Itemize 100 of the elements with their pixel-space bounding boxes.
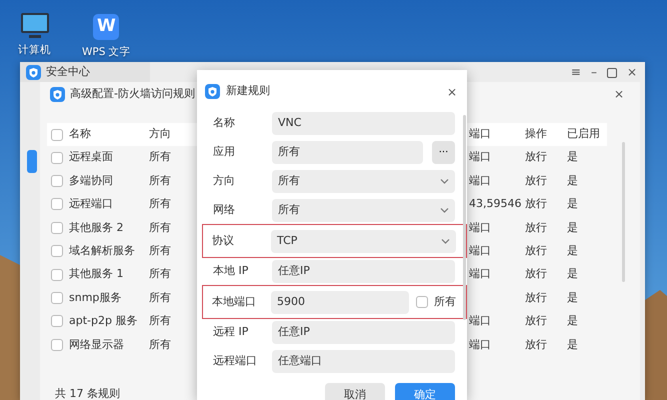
checkbox[interactable] bbox=[51, 128, 63, 140]
table-cell-text: 端口 bbox=[469, 172, 491, 189]
table-cell-text: 放行 bbox=[525, 336, 547, 353]
checkbox[interactable] bbox=[51, 338, 63, 351]
field-label: 远程 IP bbox=[213, 324, 250, 340]
checkbox[interactable] bbox=[51, 292, 63, 304]
table-cell-text: 是 bbox=[567, 290, 578, 306]
table-cell-text: 是 bbox=[567, 336, 578, 353]
shield-icon bbox=[26, 64, 41, 80]
checkbox[interactable] bbox=[416, 296, 428, 308]
table-cell-text: 放行 bbox=[525, 290, 547, 306]
dropdown[interactable]: TCP bbox=[271, 230, 456, 252]
checkbox[interactable] bbox=[51, 268, 63, 281]
input-field[interactable]: VNC bbox=[272, 112, 455, 135]
column-header: 方向 bbox=[149, 126, 171, 142]
table-cell-text: 所有 bbox=[149, 172, 171, 189]
field-label: 协议 bbox=[212, 232, 235, 249]
table-cell-text: 域名解析服务 bbox=[69, 243, 135, 259]
input-field[interactable]: 任意IP bbox=[272, 321, 455, 344]
checkbox[interactable] bbox=[51, 198, 63, 210]
close-button[interactable]: × bbox=[446, 86, 457, 98]
table-cell-text: 放行 bbox=[525, 220, 547, 236]
table-cell-text: snmp服务 bbox=[69, 290, 122, 306]
field-label: 本地 IP bbox=[213, 263, 250, 280]
table-cell-text: 所有 bbox=[149, 243, 171, 259]
table-cell-text: 是 bbox=[567, 172, 578, 189]
chevron-down-icon bbox=[441, 238, 450, 244]
field-label: 网络 bbox=[213, 202, 236, 218]
field-label: 应用 bbox=[213, 144, 236, 160]
table-cell-text: 放行 bbox=[525, 172, 547, 189]
table-cell-text: 所有 bbox=[149, 313, 171, 330]
table-cell-text: 所有 bbox=[149, 336, 171, 353]
table-cell-text: 所有 bbox=[149, 196, 171, 212]
input-field[interactable]: 所有 bbox=[272, 141, 423, 164]
shield-icon bbox=[50, 86, 65, 102]
input-field[interactable]: 5900 bbox=[271, 290, 409, 314]
checkbox-label[interactable]: 所有 bbox=[434, 294, 456, 310]
checkbox[interactable] bbox=[51, 222, 63, 234]
scrollbar[interactable] bbox=[622, 142, 625, 282]
field-label: 本地端口 bbox=[212, 294, 257, 310]
column-header: 名称 bbox=[69, 126, 91, 142]
input-field[interactable]: 任意IP bbox=[272, 260, 455, 283]
cancel-button[interactable]: 取消 bbox=[325, 383, 385, 400]
checkbox[interactable] bbox=[51, 175, 63, 188]
table-cell-text: 所有 bbox=[149, 149, 171, 166]
table-cell-text: 端口 bbox=[469, 220, 491, 236]
checkbox[interactable] bbox=[51, 315, 63, 328]
desktop-icon-label[interactable]: WPS 文字 bbox=[82, 45, 131, 61]
input-field[interactable]: 任意端口 bbox=[272, 350, 455, 373]
table-cell-text: 端口 bbox=[469, 243, 491, 259]
table-cell-text: 多端协同 bbox=[69, 172, 113, 189]
column-header: 端口 bbox=[469, 126, 491, 142]
shield-icon bbox=[205, 84, 220, 99]
table-cell-text: 远程桌面 bbox=[69, 149, 113, 166]
table-cell-text: 端口 bbox=[469, 266, 491, 282]
table-cell-text: 是 bbox=[567, 313, 578, 330]
table-cell-text: 远程端口 bbox=[69, 196, 113, 212]
table-cell-text: 其他服务 2 bbox=[69, 220, 124, 236]
minimize-button[interactable]: – bbox=[590, 66, 597, 78]
chevron-down-icon bbox=[440, 178, 449, 185]
maximize-icon bbox=[606, 68, 617, 78]
checkbox[interactable] bbox=[51, 152, 63, 164]
table-cell-text: 端口 bbox=[469, 149, 491, 166]
close-button[interactable]: × bbox=[614, 88, 624, 100]
table-cell-text: 所有 bbox=[149, 266, 171, 282]
maximize-button[interactable] bbox=[606, 66, 617, 78]
checkbox[interactable] bbox=[51, 245, 63, 258]
panel-title: 高级配置-防火墙访问规则 bbox=[70, 86, 195, 102]
monitor-icon bbox=[20, 12, 50, 40]
more-button[interactable]: ··· bbox=[432, 141, 455, 164]
table-cell-text: 网络显示器 bbox=[69, 336, 124, 353]
window-title: 安全中心 bbox=[46, 64, 90, 80]
sidebar-selected-item[interactable] bbox=[27, 150, 37, 173]
table-cell-text: 43,59546 bbox=[469, 196, 522, 212]
table-cell-text: 放行 bbox=[525, 149, 547, 166]
table-cell-text: 所有 bbox=[149, 290, 171, 306]
table-cell-text: 是 bbox=[567, 220, 578, 236]
window-tab[interactable]: 安全中心 bbox=[20, 62, 150, 82]
dropdown[interactable]: 所有 bbox=[272, 199, 455, 222]
menu-button[interactable]: ≡ bbox=[570, 66, 581, 78]
table-cell-text: 端口 bbox=[469, 336, 491, 353]
table-cell-text: 放行 bbox=[525, 243, 547, 259]
field-label: 远程端口 bbox=[213, 353, 258, 370]
dropdown[interactable]: 所有 bbox=[272, 170, 455, 193]
field-label: 方向 bbox=[213, 173, 236, 190]
table-cell-text: 放行 bbox=[525, 266, 547, 282]
field-label: 名称 bbox=[213, 115, 236, 132]
table-cell-text: 其他服务 1 bbox=[69, 266, 124, 282]
chevron-down-icon bbox=[440, 207, 449, 214]
desktop-icon-label[interactable]: 计算机 bbox=[18, 43, 51, 59]
table-cell-text: 是 bbox=[567, 196, 578, 212]
table-cell-text: 是 bbox=[567, 266, 578, 282]
dialog-title: 新建规则 bbox=[226, 83, 270, 100]
table-cell-text: 放行 bbox=[525, 313, 547, 330]
table-cell-text: apt-p2p 服务 bbox=[69, 313, 138, 330]
column-header: 已启用 bbox=[567, 126, 600, 142]
column-header: 操作 bbox=[525, 126, 547, 142]
scrollbar[interactable] bbox=[463, 115, 466, 320]
close-button[interactable]: × bbox=[626, 66, 637, 78]
rule-count: 共 17 条规则 bbox=[55, 386, 120, 400]
